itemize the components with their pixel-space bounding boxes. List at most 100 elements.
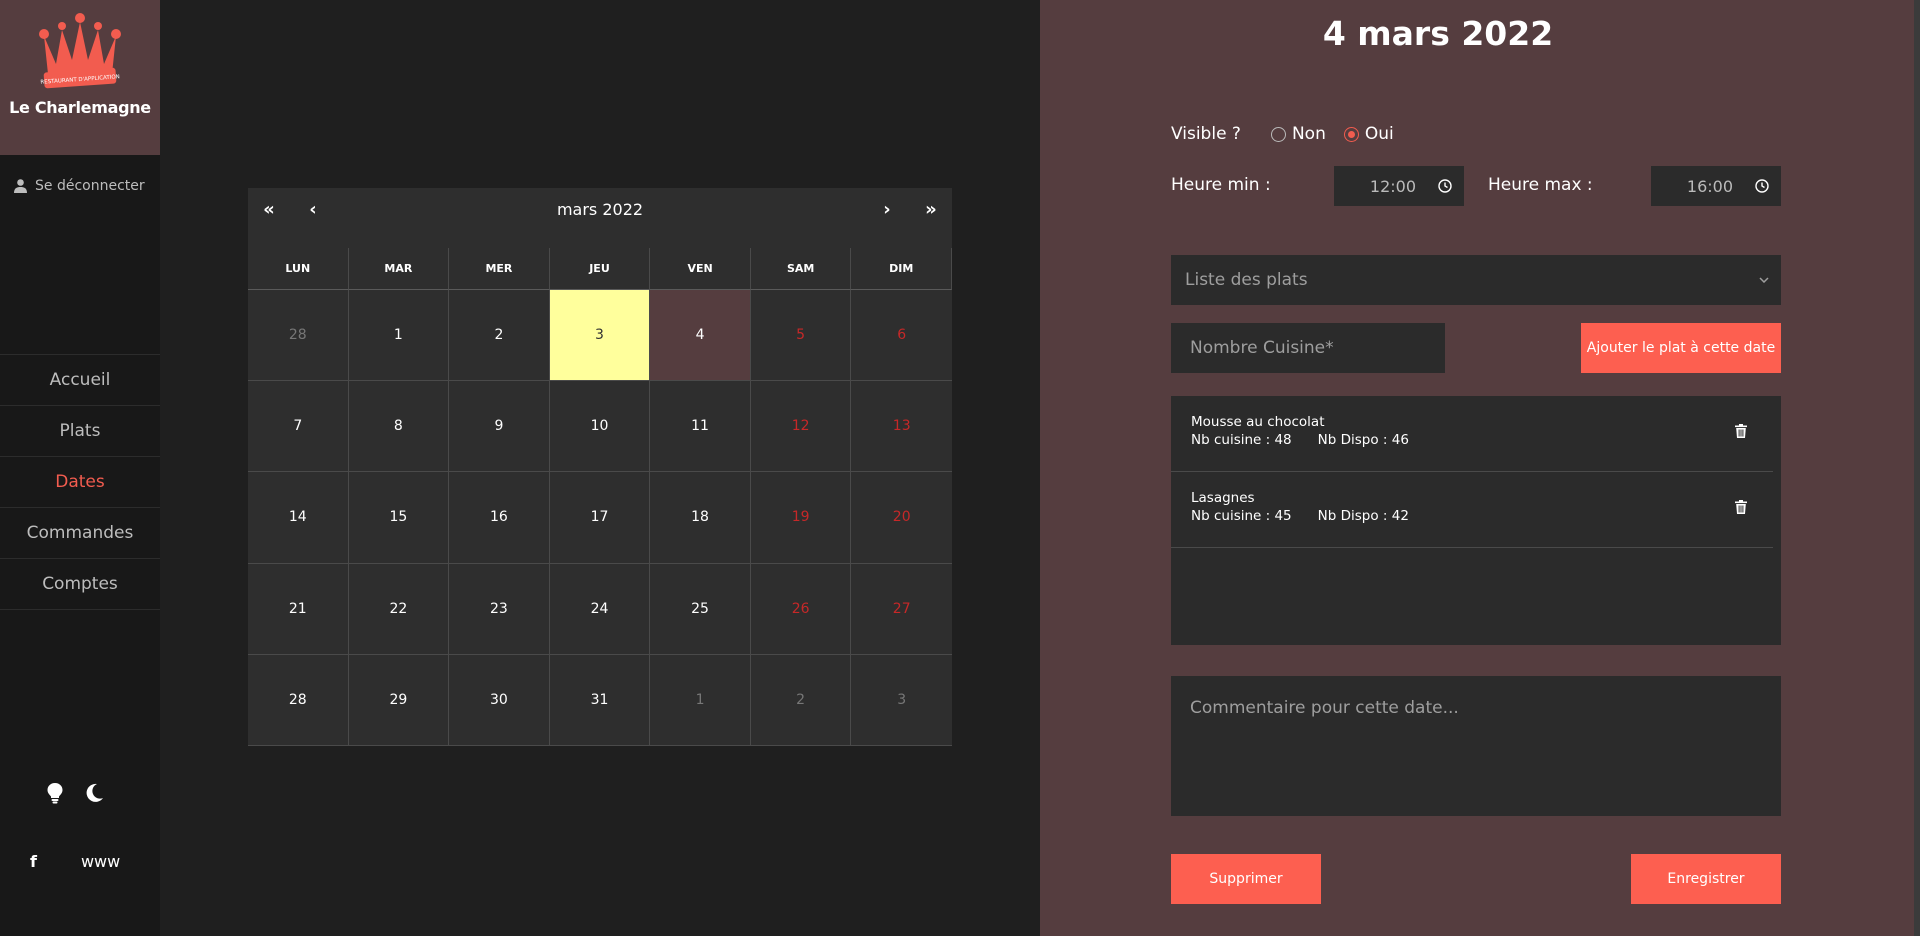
theme-switcher xyxy=(46,782,104,804)
visible-label: Visible ? xyxy=(1171,124,1241,144)
calendar-day[interactable]: 25 xyxy=(650,563,751,655)
nb-cuisine-input[interactable]: Nombre Cuisine* xyxy=(1171,323,1445,373)
trash-icon[interactable] xyxy=(1735,424,1747,438)
calendar-day[interactable]: 22 xyxy=(348,563,450,655)
save-button[interactable]: Enregistrer xyxy=(1631,854,1781,904)
visible-radio-oui[interactable]: Oui xyxy=(1343,124,1394,144)
date-detail-panel: 4 mars 2022 Visible ? Non Oui Heure min … xyxy=(1040,0,1920,936)
calendar-day[interactable]: 13 xyxy=(851,381,952,473)
calendar-day[interactable]: 28 xyxy=(248,290,349,382)
calendar-day[interactable]: 19 xyxy=(750,472,852,564)
heure-min-label: Heure min : xyxy=(1171,175,1271,195)
nav-item-accueil[interactable]: Accueil xyxy=(0,355,160,406)
dish-name: Mousse au chocolat xyxy=(1191,414,1325,430)
dish-select[interactable]: Liste des plats xyxy=(1171,255,1781,305)
heure-max-value: 16:00 xyxy=(1686,176,1733,196)
scrollbar[interactable] xyxy=(1914,0,1920,936)
visible-radio-non[interactable]: Non xyxy=(1270,124,1326,144)
calendar-day[interactable]: 1 xyxy=(348,290,450,382)
comment-textarea[interactable]: Commentaire pour cette date... xyxy=(1171,676,1781,816)
website-link[interactable]: www xyxy=(81,852,120,871)
calendar-day[interactable]: 2 xyxy=(750,654,852,746)
dish-item: Lasagnes Nb cuisine : 45 Nb Dispo : 42 xyxy=(1171,472,1773,548)
light-mode-bulb-icon[interactable] xyxy=(46,782,64,804)
dish-list: Mousse au chocolat Nb cuisine : 48 Nb Di… xyxy=(1171,396,1781,645)
calendar-prev-month-button[interactable]: ‹ xyxy=(306,199,320,220)
weekday-header: MAR xyxy=(348,248,450,290)
dish-nb-cuisine: Nb cuisine : 45 xyxy=(1191,508,1292,524)
calendar-month-title[interactable]: mars 2022 xyxy=(557,200,643,219)
calendar-day[interactable]: 28 xyxy=(248,654,349,746)
heure-min-value: 12:00 xyxy=(1369,176,1416,196)
logout-link[interactable]: Se déconnecter xyxy=(14,178,145,194)
nav-item-comptes[interactable]: Comptes xyxy=(0,559,160,610)
selected-date-title: 4 mars 2022 xyxy=(1322,14,1554,53)
delete-button[interactable]: Supprimer xyxy=(1171,854,1321,904)
clock-icon xyxy=(1438,179,1452,193)
trash-icon[interactable] xyxy=(1735,500,1747,514)
calendar-day[interactable]: 2 xyxy=(449,290,550,382)
calendar-day[interactable]: 11 xyxy=(650,381,751,473)
sidebar: RESTAURANT D'APPLICATION Le Charlemagne … xyxy=(0,0,160,936)
calendar-grid: LUN MAR MER JEU VEN SAM DIM 28 1 2 3 4 5 6 7 8 9 10 11 12 13… xyxy=(248,248,952,746)
calendar-next-year-button[interactable]: » xyxy=(924,199,938,220)
nav-item-plats[interactable]: Plats xyxy=(0,406,160,457)
radio-label: Non xyxy=(1291,124,1326,144)
weekday-header: JEU xyxy=(549,248,651,290)
calendar-day[interactable]: 18 xyxy=(650,472,751,564)
heure-max-label: Heure max : xyxy=(1488,175,1593,195)
calendar-day[interactable]: 1 xyxy=(650,654,751,746)
calendar-prev-year-button[interactable]: « xyxy=(262,199,276,220)
comment-placeholder: Commentaire pour cette date... xyxy=(1190,698,1459,718)
dish-name: Lasagnes xyxy=(1191,490,1255,506)
calendar-day[interactable]: 8 xyxy=(348,381,450,473)
calendar-day[interactable]: 21 xyxy=(248,563,349,655)
calendar-day[interactable]: 3 xyxy=(549,290,651,382)
weekday-header: DIM xyxy=(851,248,952,290)
dish-select-placeholder: Liste des plats xyxy=(1185,270,1308,290)
calendar-day[interactable]: 14 xyxy=(248,472,349,564)
nav-item-commandes[interactable]: Commandes xyxy=(0,508,160,559)
calendar-day[interactable]: 10 xyxy=(549,381,651,473)
weekday-header: LUN xyxy=(248,248,349,290)
calendar-day[interactable]: 29 xyxy=(348,654,450,746)
calendar-day[interactable]: 31 xyxy=(549,654,651,746)
user-icon xyxy=(14,179,27,193)
radio-circle-checked xyxy=(1343,126,1359,142)
calendar-day[interactable]: 12 xyxy=(750,381,852,473)
dark-mode-moon-icon[interactable] xyxy=(84,783,104,803)
weekday-header: SAM xyxy=(750,248,852,290)
main-nav: Accueil Plats Dates Commandes Comptes xyxy=(0,354,160,610)
brand-name: Le Charlemagne xyxy=(9,98,151,117)
calendar-day[interactable]: 15 xyxy=(348,472,450,564)
weekday-header: VEN xyxy=(650,248,751,290)
calendar-day[interactable]: 3 xyxy=(851,655,952,746)
calendar-day[interactable]: 16 xyxy=(449,472,550,564)
calendar-day[interactable]: 30 xyxy=(449,654,550,746)
calendar-day[interactable]: 7 xyxy=(248,381,349,473)
chevron-down-icon xyxy=(1759,277,1769,283)
brand-header: RESTAURANT D'APPLICATION Le Charlemagne xyxy=(0,0,160,155)
dish-nb-cuisine: Nb cuisine : 48 xyxy=(1191,432,1292,448)
calendar-day[interactable]: 20 xyxy=(851,472,952,564)
calendar-day[interactable]: 24 xyxy=(549,563,651,655)
calendar-day[interactable]: 9 xyxy=(449,381,550,473)
calendar-day[interactable]: 5 xyxy=(750,290,852,382)
calendar-day[interactable]: 17 xyxy=(549,472,651,564)
nav-item-dates[interactable]: Dates xyxy=(0,457,160,508)
calendar-day[interactable]: 27 xyxy=(851,564,952,655)
calendar-day[interactable]: 26 xyxy=(750,563,852,655)
logout-label: Se déconnecter xyxy=(35,178,145,194)
calendar-day[interactable]: 23 xyxy=(449,563,550,655)
visible-toggle-row: Visible ? Non Oui xyxy=(1171,124,1394,144)
facebook-icon[interactable]: f xyxy=(30,852,37,871)
calendar: « ‹ mars 2022 › » LUN MAR MER JEU VEN SAM DIM 2… xyxy=(248,188,952,746)
calendar-day[interactable]: 4 xyxy=(650,290,751,382)
calendar-day[interactable]: 6 xyxy=(851,290,952,382)
heure-min-input[interactable]: 12:00 xyxy=(1334,166,1464,206)
add-dish-button[interactable]: Ajouter le plat à cette date xyxy=(1581,323,1781,373)
weekday-header: MER xyxy=(449,248,550,290)
calendar-header: « ‹ mars 2022 › » xyxy=(248,188,952,230)
heure-max-input[interactable]: 16:00 xyxy=(1651,166,1781,206)
calendar-next-month-button[interactable]: › xyxy=(880,199,894,220)
